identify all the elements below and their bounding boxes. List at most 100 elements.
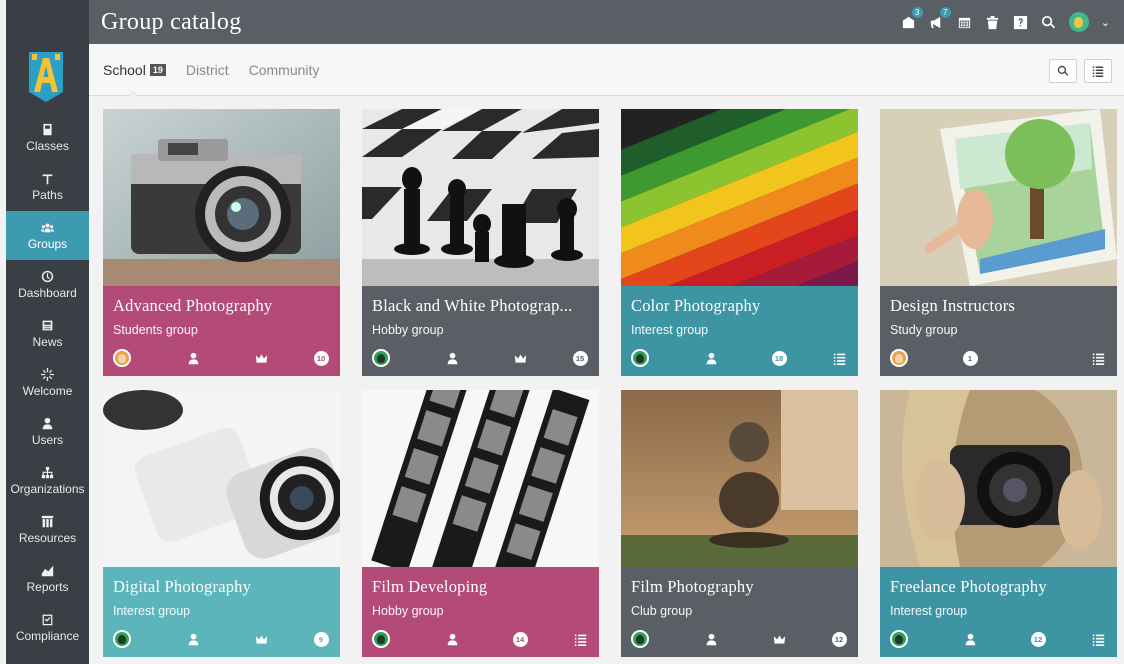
card-info: Design Instructors Study group 1 (880, 286, 1117, 376)
search-icon (1042, 15, 1056, 28)
group-title[interactable]: Freelance Photography (890, 577, 1047, 597)
owner-avatar[interactable] (372, 349, 390, 367)
group-card[interactable]: Film Photography Club group 12 (621, 390, 858, 657)
trash-icon (987, 15, 999, 29)
group-title[interactable]: Color Photography (631, 296, 760, 316)
white-camera-photo[interactable] (103, 390, 340, 567)
sidebar-item-paths[interactable]: Paths (6, 162, 89, 211)
avatar-face (1074, 16, 1084, 28)
notifications-button[interactable]: 3 (901, 7, 923, 30)
catalog-search-button[interactable] (1049, 59, 1077, 83)
group-title[interactable]: Digital Photography (113, 577, 251, 597)
help-button[interactable] (1013, 14, 1029, 30)
owner-avatar[interactable] (631, 349, 649, 367)
sidebar-item-resources[interactable]: Resources (6, 505, 89, 554)
sidebar-item-welcome[interactable]: Welcome (6, 358, 89, 407)
film-photo[interactable] (362, 390, 599, 567)
groups-icon (41, 220, 55, 234)
sidebar-item-compliance[interactable]: Compliance (6, 603, 89, 652)
group-card[interactable]: Film Developing Hobby group 14 (362, 390, 599, 657)
owner-avatar[interactable] (631, 630, 649, 648)
sidebar-item-label: Compliance (15, 629, 80, 643)
member-count: 12 (831, 631, 847, 647)
sidebar-item-classes[interactable]: Classes (6, 113, 89, 162)
tab-district[interactable]: District (186, 44, 229, 96)
member-count-badge: 10 (313, 350, 329, 366)
crown-icon (512, 350, 528, 366)
group-title[interactable]: Advanced Photography (113, 296, 272, 316)
member-count-badge: 15 (572, 350, 588, 366)
member-icon (444, 350, 460, 366)
photographer-photo[interactable] (880, 390, 1117, 567)
calendar-icon (959, 17, 971, 28)
sidebar-item-organizations[interactable]: Organizations (6, 456, 89, 505)
card-meta: 12 (890, 629, 1107, 649)
stones-photo[interactable] (621, 390, 858, 567)
member-icon (185, 631, 201, 647)
group-title[interactable]: Film Developing (372, 577, 487, 597)
group-title[interactable]: Film Photography (631, 577, 754, 597)
member-count-badge: 12 (1030, 631, 1046, 647)
member-icon (185, 350, 201, 366)
owner-avatar[interactable] (890, 630, 908, 648)
page-title: Group catalog (101, 8, 242, 35)
owner-avatar[interactable] (890, 349, 908, 367)
chevron-down-icon[interactable]: ⌄ (1101, 16, 1110, 29)
painting-photo[interactable] (880, 109, 1117, 286)
list-view-button[interactable] (1084, 59, 1112, 83)
notification-badge: 3 (911, 7, 923, 18)
tab-school[interactable]: School 19 (103, 44, 166, 97)
sidebar-item-reports[interactable]: Reports (6, 554, 89, 603)
member-count: 18 (771, 350, 787, 366)
users-icon (41, 416, 55, 430)
card-info: Digital Photography Interest group 9 (103, 567, 340, 657)
user-avatar[interactable] (1068, 12, 1089, 32)
sidebar-item-users[interactable]: Users (6, 407, 89, 456)
tab-label: Community (248, 62, 320, 78)
group-title[interactable]: Design Instructors (890, 296, 1015, 316)
trash-button[interactable] (985, 14, 1001, 30)
calendar-button[interactable] (957, 14, 973, 30)
messages-button[interactable]: 7 (929, 7, 951, 30)
paths-icon (41, 171, 55, 185)
group-card[interactable]: Design Instructors Study group 1 (880, 109, 1117, 376)
owner-avatar[interactable] (113, 630, 131, 648)
view-tools (1049, 59, 1112, 83)
tab-count-badge: 19 (149, 64, 166, 76)
app-logo[interactable] (29, 52, 63, 102)
list-icon (1090, 350, 1106, 366)
group-card[interactable]: Digital Photography Interest group 9 (103, 390, 340, 657)
organizations-icon (41, 465, 55, 479)
logo-icon (29, 52, 63, 102)
sidebar-item-dashboard[interactable]: Dashboard (6, 260, 89, 309)
member-count: 14 (512, 631, 528, 647)
group-title[interactable]: Black and White Photograp... (372, 296, 573, 316)
member-count: 1 (962, 350, 978, 366)
topbar-icons: 3 7 ⌄ (901, 0, 1110, 44)
tabs-bar: School 19 District Community (89, 44, 1124, 97)
group-card[interactable]: Advanced Photography Students group 10 (103, 109, 340, 376)
catalog-tabs: School 19 District Community (103, 44, 320, 97)
crown-icon (253, 631, 269, 647)
group-card[interactable]: Freelance Photography Interest group 12 (880, 390, 1117, 657)
sidebar-item-label: Users (31, 433, 64, 447)
search-button[interactable] (1041, 14, 1057, 30)
sidebar-item-groups[interactable]: Groups (6, 211, 89, 260)
group-type: Hobby group (372, 604, 444, 618)
member-count-badge: 1 (962, 350, 978, 366)
group-card[interactable]: Black and White Photograp... Hobby group 1… (362, 109, 599, 376)
tab-community[interactable]: Community (249, 44, 320, 96)
sidebar: Classes Paths Groups Dashboard News Welcome Us… (6, 0, 89, 664)
pencils-photo[interactable] (621, 109, 858, 286)
owner-avatar[interactable] (113, 349, 131, 367)
owner-avatar[interactable] (372, 630, 390, 648)
member-count: 10 (313, 350, 329, 366)
list-icon (1090, 631, 1106, 647)
chess-photo[interactable] (362, 109, 599, 286)
sidebar-item-news[interactable]: News (6, 309, 89, 358)
group-card[interactable]: Color Photography Interest group 18 (621, 109, 858, 376)
group-type: Interest group (631, 323, 709, 337)
classes-icon (41, 122, 55, 136)
search-icon (1057, 65, 1069, 76)
camera-photo[interactable] (103, 109, 340, 286)
